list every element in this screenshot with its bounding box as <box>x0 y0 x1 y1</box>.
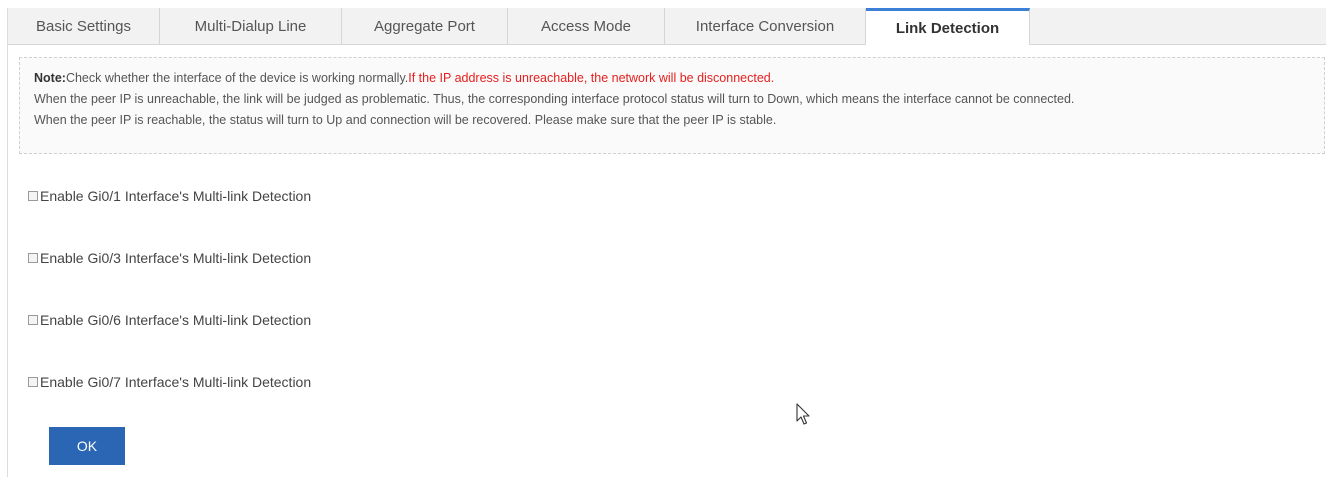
option-label-gi0-7: Enable Gi0/7 Interface's Multi-link Dete… <box>40 374 312 390</box>
note-line-2: When the peer IP is unreachable, the lin… <box>34 92 1075 106</box>
option-gi0-1[interactable]: Enable Gi0/1 Interface's Multi-link Dete… <box>28 187 311 205</box>
mouse-cursor-icon <box>796 403 810 425</box>
tab-multi-dialup-line[interactable]: Multi-Dialup Line <box>160 8 342 44</box>
option-gi0-6[interactable]: Enable Gi0/6 Interface's Multi-link Dete… <box>28 311 311 329</box>
tab-aggregate-port[interactable]: Aggregate Port <box>342 8 508 44</box>
note-line-3: When the peer IP is reachable, the statu… <box>34 113 777 127</box>
checkbox-gi0-1[interactable] <box>28 191 38 201</box>
ok-button[interactable]: OK <box>49 427 125 465</box>
tab-access-mode[interactable]: Access Mode <box>508 8 665 44</box>
option-gi0-7[interactable]: Enable Gi0/7 Interface's Multi-link Dete… <box>28 373 311 391</box>
note-line-1: Note:Check whether the interface of the … <box>34 68 1310 89</box>
note-text: Check whether the interface of the devic… <box>65 71 409 85</box>
page-left-border <box>7 8 8 477</box>
tab-basic-settings[interactable]: Basic Settings <box>8 8 160 44</box>
note-warning: If the IP address is unreachable, the ne… <box>408 71 775 85</box>
checkbox-gi0-3[interactable] <box>28 253 38 263</box>
option-label-gi0-1: Enable Gi0/1 Interface's Multi-link Dete… <box>40 188 312 204</box>
option-label-gi0-6: Enable Gi0/6 Interface's Multi-link Dete… <box>40 312 312 328</box>
checkbox-gi0-7[interactable] <box>28 377 38 387</box>
tab-interface-conversion[interactable]: Interface Conversion <box>665 8 866 44</box>
note-label: Note: <box>34 71 66 85</box>
option-label-gi0-3: Enable Gi0/3 Interface's Multi-link Dete… <box>40 250 312 266</box>
checkbox-gi0-6[interactable] <box>28 315 38 325</box>
note-box: Note:Check whether the interface of the … <box>19 57 1325 154</box>
option-gi0-3[interactable]: Enable Gi0/3 Interface's Multi-link Dete… <box>28 249 311 267</box>
tab-bar: Basic Settings Multi-Dialup Line Aggrega… <box>8 8 1326 45</box>
tab-link-detection[interactable]: Link Detection <box>866 8 1030 45</box>
